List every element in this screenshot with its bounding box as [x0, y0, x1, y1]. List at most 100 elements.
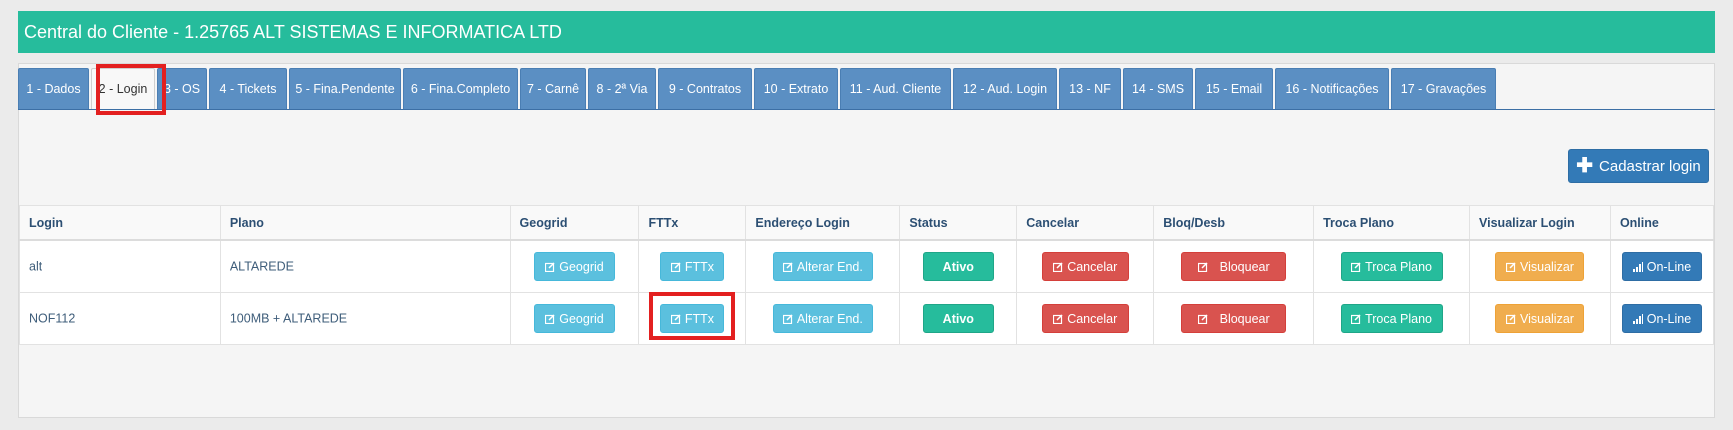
tab-aud-cliente[interactable]: 11 - Aud. Cliente — [840, 68, 951, 110]
login-cell: NOF112 — [19, 292, 221, 345]
edit-icon — [1053, 313, 1063, 324]
tab-contratos[interactable]: 9 - Contratos — [658, 68, 752, 110]
tab-fina-completo[interactable]: 6 - Fina.Completo — [403, 68, 518, 110]
col-header-troca: Troca Plano — [1313, 205, 1471, 241]
col-header-visualizar: Visualizar Login — [1469, 205, 1611, 241]
plano-cell: ALTAREDE — [219, 239, 511, 293]
bloquear-label: Bloquear — [1219, 311, 1270, 326]
troca-cell: Troca Plano — [1313, 292, 1471, 345]
online-button[interactable]: On-Line — [1621, 252, 1702, 281]
visualizar-button[interactable]: Visualizar — [1495, 304, 1585, 333]
edit-icon — [545, 313, 555, 324]
troca-cell: Troca Plano — [1313, 239, 1471, 293]
tab-nf[interactable]: 13 - NF — [1059, 68, 1121, 110]
tab-aud-login[interactable]: 12 - Aud. Login — [953, 68, 1057, 110]
edit-icon — [1351, 313, 1361, 324]
tab-notificacoes[interactable]: 16 - Notificações — [1275, 68, 1389, 110]
tab-divider — [18, 109, 1715, 110]
bloquear-label: Bloquear — [1219, 259, 1270, 274]
col-header-status: Status — [899, 205, 1018, 241]
geogrid-button[interactable]: Geogrid — [534, 304, 615, 333]
login-cell: alt — [19, 239, 221, 293]
cadastrar-login-label: Cadastrar login — [1599, 157, 1701, 175]
troca-plano-button[interactable]: Troca Plano — [1340, 304, 1443, 333]
online-label: On-Line — [1646, 259, 1692, 274]
redaction — [350, 309, 459, 328]
col-header-bloq: Bloq/Desb — [1153, 205, 1315, 241]
online-cell: On-Line — [1609, 239, 1715, 293]
visualizar-label: Visualizar — [1519, 311, 1574, 326]
visualizar-cell: Visualizar — [1469, 239, 1611, 293]
page-title: Central do Cliente - 1.25765 ALT SISTEMA… — [18, 11, 1715, 53]
visualizar-button[interactable]: Visualizar — [1495, 252, 1585, 281]
tab-2a-via[interactable]: 8 - 2ª Via — [588, 68, 656, 110]
tab-extrato[interactable]: 10 - Extrato — [754, 68, 838, 110]
tab-fina-pendente[interactable]: 5 - Fina.Pendente — [289, 68, 401, 110]
cancelar-cell: Cancelar — [1016, 292, 1155, 345]
cancelar-label: Cancelar — [1067, 259, 1118, 274]
tab-tickets[interactable]: 4 - Tickets — [209, 68, 287, 110]
redaction — [293, 251, 434, 282]
status-button[interactable]: Ativo — [922, 304, 994, 333]
endereco-cell: Alterar End. — [745, 292, 901, 345]
col-header-plano: Plano — [219, 205, 511, 241]
fttx-button[interactable]: FTTx — [660, 252, 725, 281]
online-button[interactable]: On-Line — [1621, 304, 1702, 333]
online-cell: On-Line — [1609, 292, 1715, 345]
plano-value: ALTAREDE — [229, 258, 294, 273]
table-header-row: Login Plano Geogrid FTTx Endereço Login … — [19, 205, 1715, 241]
plus-icon: ✚ — [1576, 155, 1594, 177]
cancelar-label: Cancelar — [1067, 311, 1118, 326]
table-row: alt ALTAREDE Geogrid FTTx Alterar End. A… — [19, 239, 1715, 293]
tab-sms[interactable]: 14 - SMS — [1123, 68, 1193, 110]
edit-icon — [1505, 313, 1516, 324]
edit-icon — [545, 261, 555, 272]
col-header-geogrid: Geogrid — [509, 205, 640, 241]
alterar-endereco-button[interactable]: Alterar End. — [772, 252, 873, 281]
edit-icon — [1053, 261, 1063, 272]
tab-email[interactable]: 15 - Email — [1195, 68, 1273, 110]
online-label: On-Line — [1646, 311, 1692, 326]
bloquear-button[interactable]: Bloquear — [1181, 304, 1287, 333]
status-cell: Ativo — [899, 239, 1018, 293]
geogrid-cell: Geogrid — [509, 239, 640, 293]
tab-carne[interactable]: 7 - Carnê — [520, 68, 586, 110]
visualizar-cell: Visualizar — [1469, 292, 1611, 345]
cadastrar-login-button[interactable]: ✚ Cadastrar login — [1568, 149, 1709, 183]
bloq-cell: Bloquear — [1153, 239, 1315, 293]
bloq-cell: Bloquear — [1153, 292, 1315, 345]
login-table: Login Plano Geogrid FTTx Endereço Login … — [19, 205, 1715, 345]
col-header-cancelar: Cancelar — [1016, 205, 1155, 241]
highlight-box-login-tab — [96, 64, 166, 115]
edit-icon — [782, 313, 793, 324]
col-header-endereco: Endereço Login — [745, 205, 901, 241]
troca-plano-label: Troca Plano — [1365, 311, 1433, 326]
plano-cell: 100MB + ALTAREDE — [219, 292, 511, 345]
geogrid-button[interactable]: Geogrid — [534, 252, 615, 281]
tab-dados[interactable]: 1 - Dados — [18, 68, 89, 110]
status-button[interactable]: Ativo — [922, 252, 994, 281]
geogrid-cell: Geogrid — [509, 292, 640, 345]
col-header-online: Online — [1609, 205, 1715, 241]
geogrid-label: Geogrid — [559, 311, 604, 326]
highlight-box-fttx-button — [649, 292, 735, 340]
cancelar-cell: Cancelar — [1016, 239, 1155, 293]
login-value: alt — [29, 258, 43, 273]
login-value: NOF112 — [29, 310, 76, 325]
edit-icon — [670, 261, 681, 272]
cancelar-button[interactable]: Cancelar — [1041, 304, 1129, 333]
troca-plano-button[interactable]: Troca Plano — [1340, 252, 1443, 281]
fttx-label: FTTx — [684, 259, 715, 274]
tab-gravacoes[interactable]: 17 - Gravações — [1391, 68, 1496, 110]
col-header-login: Login — [19, 205, 221, 241]
endereco-cell: Alterar End. — [745, 239, 901, 293]
status-cell: Ativo — [899, 292, 1018, 345]
table-row: NOF112 100MB + ALTAREDE Geogrid FTTx Alt… — [19, 292, 1715, 345]
cancelar-button[interactable]: Cancelar — [1041, 252, 1129, 281]
alterar-endereco-label: Alterar End. — [796, 311, 863, 326]
plano-value: 100MB + ALTAREDE — [229, 310, 348, 325]
edit-icon — [1505, 261, 1516, 272]
bloquear-button[interactable]: Bloquear — [1181, 252, 1287, 281]
alterar-endereco-button[interactable]: Alterar End. — [772, 304, 873, 333]
troca-plano-label: Troca Plano — [1365, 259, 1433, 274]
